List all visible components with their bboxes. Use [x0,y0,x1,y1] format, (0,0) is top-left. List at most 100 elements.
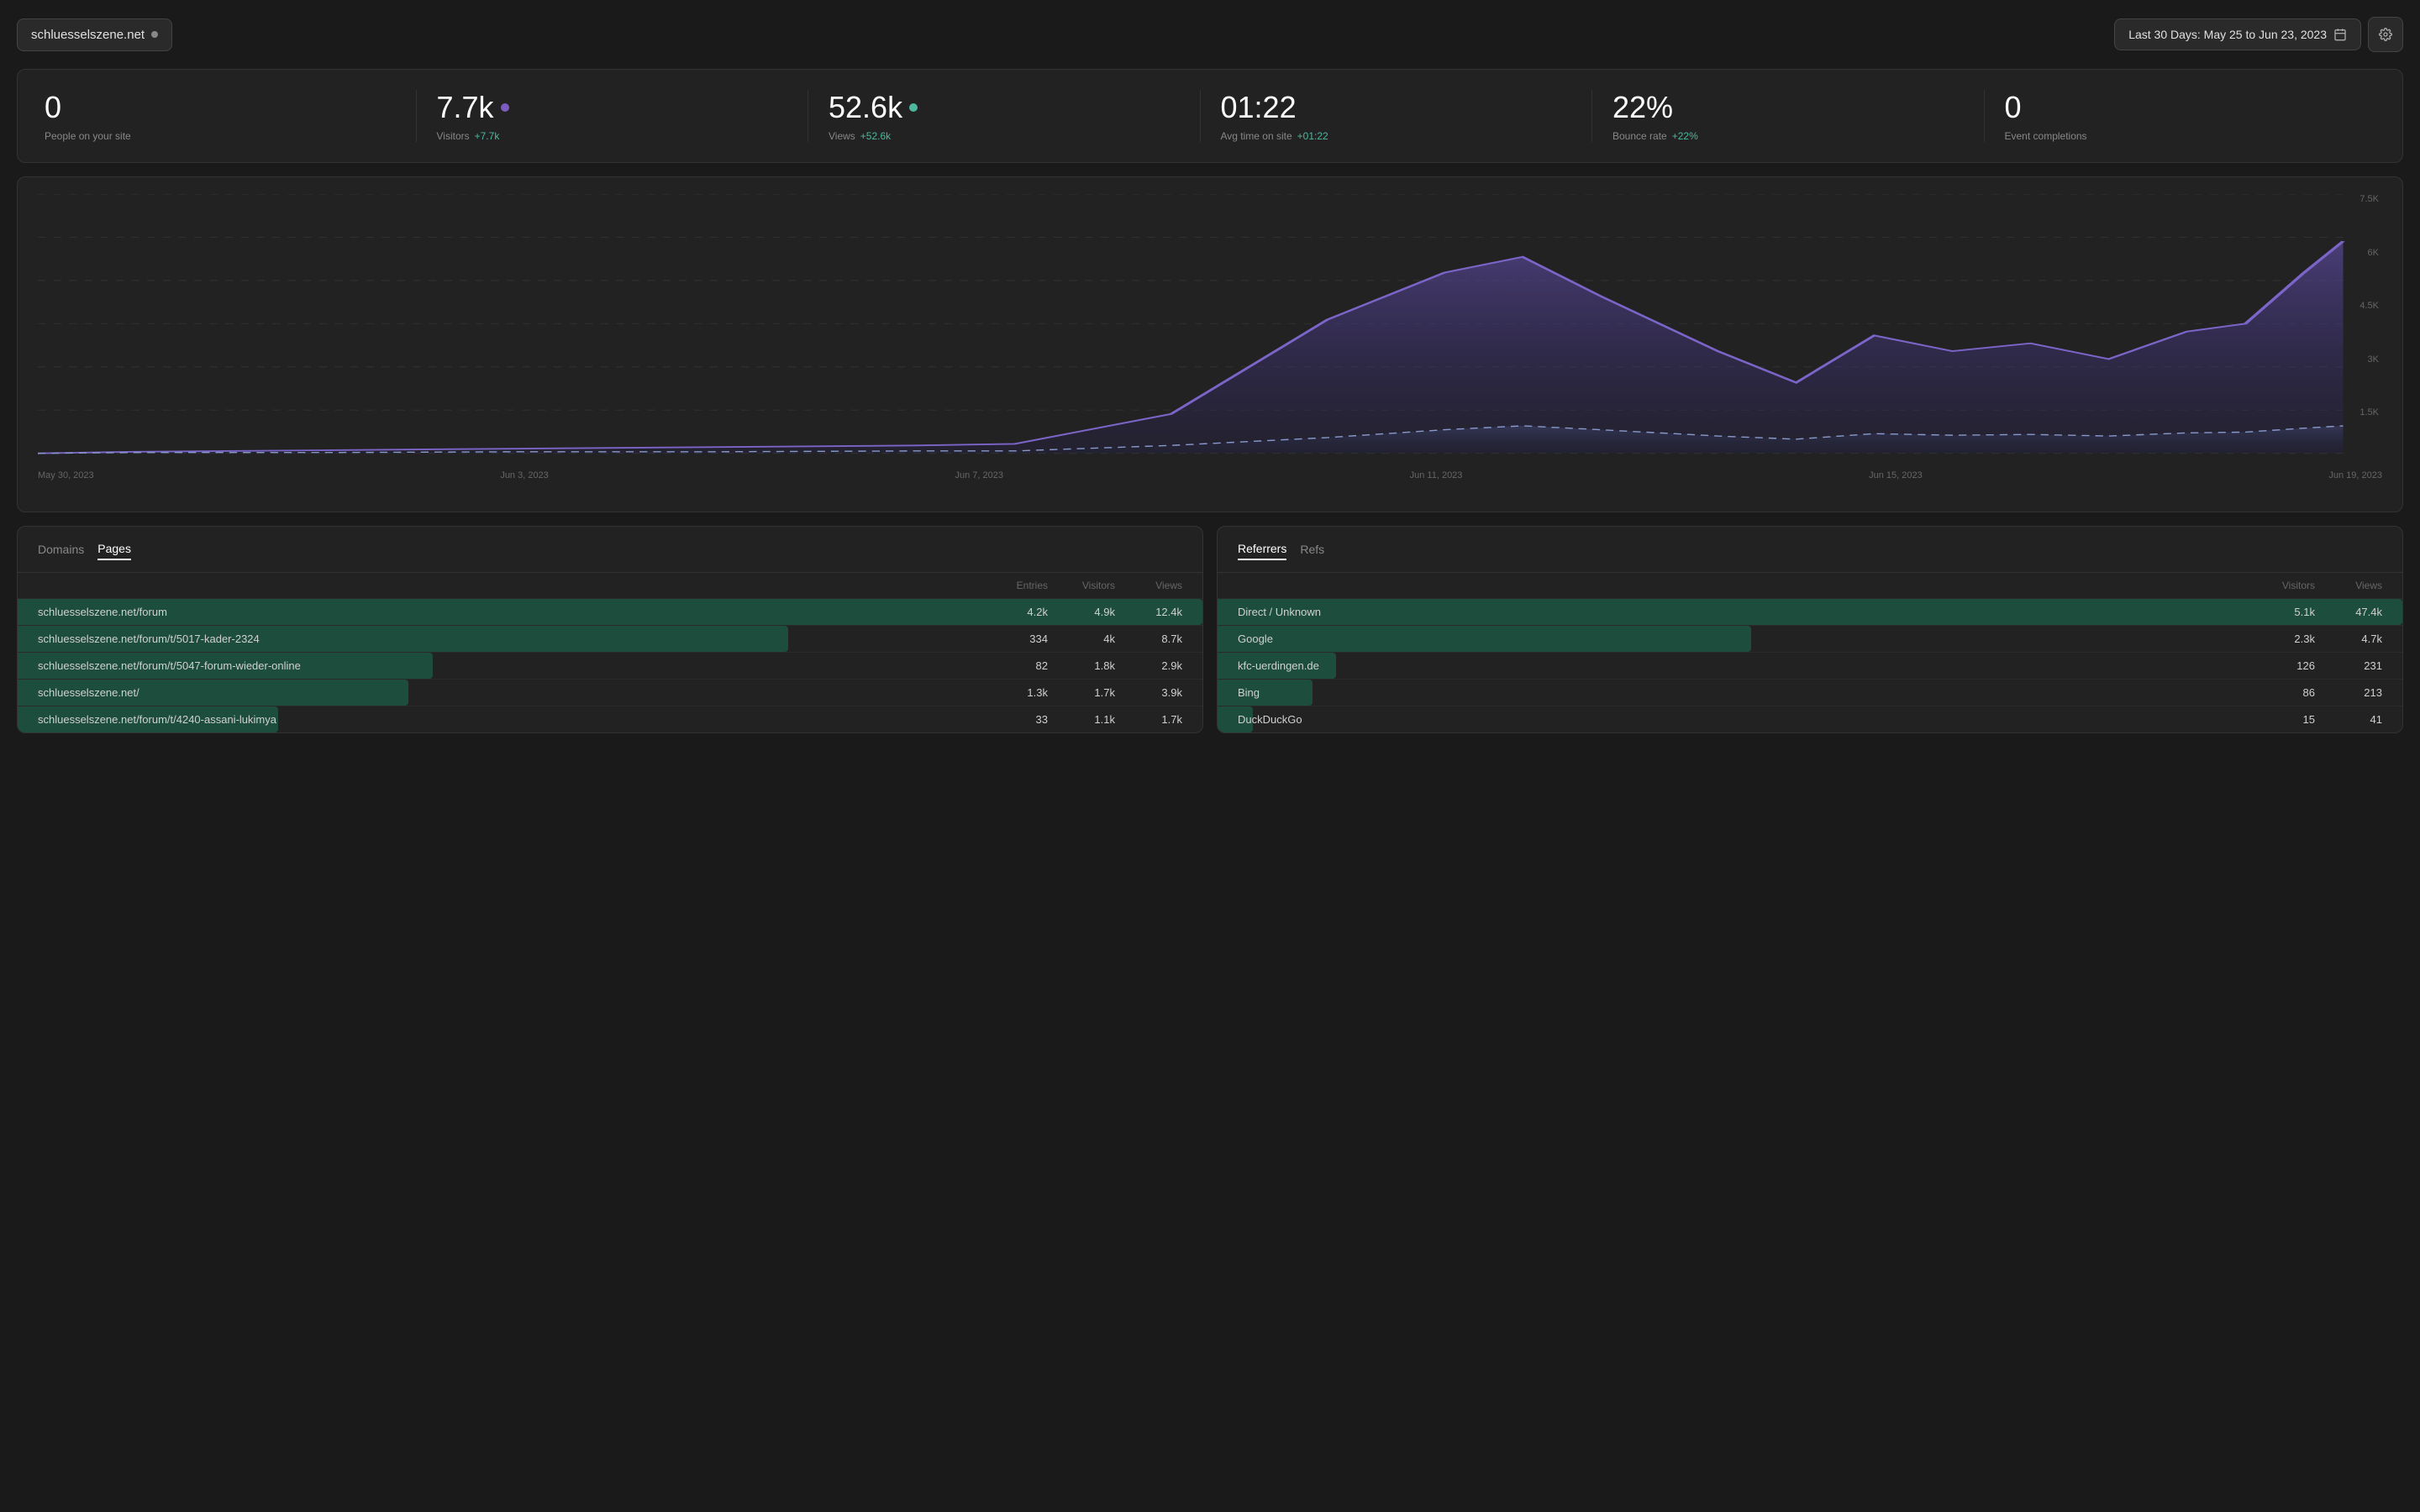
page-views: 2.9k [1115,659,1182,672]
referrer-name: kfc-uerdingen.de [1238,659,2248,672]
referrers-table-header: Referrers Refs [1218,527,2402,573]
tab-domains[interactable]: Domains [38,543,84,559]
page-views: 3.9k [1115,686,1182,699]
bounce-rate-label: Bounce rate [1612,130,1667,142]
page-entries: 82 [981,659,1048,672]
page-views: 12.4k [1115,606,1182,618]
site-indicator-dot [151,31,158,38]
page-visitors: 4.9k [1048,606,1115,618]
header-right-controls: Last 30 Days: May 25 to Jun 23, 2023 [2114,17,2403,52]
views-dot [909,103,918,112]
ref-views-header: Views [2315,580,2382,591]
avg-time-value: 01:22 [1221,90,1297,125]
table-row[interactable]: DuckDuckGo 15 41 [1218,706,2402,732]
table-row[interactable]: schluesselszene.net/forum/t/5047-forum-w… [18,653,1202,680]
x-label-5: Jun 15, 2023 [1869,470,1923,480]
stat-bounce-rate: 22% Bounce rate +22% [1592,90,1985,142]
pages-table-section: Domains Pages Entries Visitors Views sch… [17,526,1203,733]
col-entries-header: Entries [981,580,1048,591]
x-label-4: Jun 11, 2023 [1410,470,1463,480]
col-views-header: Views [1115,580,1182,591]
calendar-icon [2333,28,2347,41]
referrers-table-section: Referrers Refs Visitors Views Direct / U… [1217,526,2403,733]
visitors-change: +7.7k [475,130,500,142]
table-row[interactable]: Bing 86 213 [1218,680,2402,706]
chart-x-axis: May 30, 2023 Jun 3, 2023 Jun 7, 2023 Jun… [38,464,2382,480]
avg-time-change: +01:22 [1297,130,1328,142]
bounce-rate-value: 22% [1612,90,1673,125]
referrer-name: DuckDuckGo [1238,713,2248,726]
page-entries: 4.2k [981,606,1048,618]
people-label: People on your site [45,130,131,142]
avg-time-label: Avg time on site [1221,130,1292,142]
referrer-views: 47.4k [2315,606,2382,618]
page-entries: 33 [981,713,1048,726]
pages-cols-header: Entries Visitors Views [18,573,1202,599]
page-name: schluesselszene.net/forum/t/4240-assani-… [38,713,981,726]
date-range-label: Last 30 Days: May 25 to Jun 23, 2023 [2128,28,2327,41]
table-row[interactable]: Direct / Unknown 5.1k 47.4k [1218,599,2402,626]
visitors-chart: 7.5K 6K 4.5K 3K 1.5K May 30, 2023 Jun 3,… [17,176,2403,512]
events-label: Event completions [2005,130,2087,142]
referrer-name: Direct / Unknown [1238,606,2248,618]
stat-visitors: 7.7k Visitors +7.7k [417,90,809,142]
tab-referrers[interactable]: Referrers [1238,542,1286,560]
x-label-2: Jun 3, 2023 [500,470,549,480]
referrer-visitors: 126 [2248,659,2315,672]
x-label-6: Jun 19, 2023 [2328,470,2382,480]
referrer-views: 231 [2315,659,2382,672]
site-name: schluesselszene.net [31,28,145,42]
referrer-views: 213 [2315,686,2382,699]
table-row[interactable]: kfc-uerdingen.de 126 231 [1218,653,2402,680]
page-name: schluesselszene.net/forum/t/5047-forum-w… [38,659,981,672]
date-range-button[interactable]: Last 30 Days: May 25 to Jun 23, 2023 [2114,18,2361,50]
events-value: 0 [2005,90,2022,125]
page-views: 8.7k [1115,633,1182,645]
stat-views: 52.6k Views +52.6k [808,90,1201,142]
table-row[interactable]: schluesselszene.net/forum 4.2k 4.9k 12.4… [18,599,1202,626]
settings-button[interactable] [2368,17,2403,52]
header: schluesselszene.net Last 30 Days: May 25… [17,17,2403,52]
visitors-value: 7.7k [437,90,494,125]
page-visitors: 1.1k [1048,713,1115,726]
tab-refs[interactable]: Refs [1300,543,1324,559]
table-row[interactable]: Google 2.3k 4.7k [1218,626,2402,653]
stat-avg-time: 01:22 Avg time on site +01:22 [1201,90,1593,142]
views-value: 52.6k [829,90,902,125]
page-entries: 1.3k [981,686,1048,699]
tab-pages[interactable]: Pages [97,542,131,560]
x-label-3: Jun 7, 2023 [955,470,1003,480]
bounce-rate-change: +22% [1672,130,1698,142]
referrer-views: 4.7k [2315,633,2382,645]
page-name: schluesselszene.net/forum/t/5017-kader-2… [38,633,981,645]
col-visitors-header: Visitors [1048,580,1115,591]
table-row[interactable]: schluesselszene.net/ 1.3k 1.7k 3.9k [18,680,1202,706]
chart-svg [38,194,2382,461]
pages-table-header: Domains Pages [18,527,1202,573]
referrer-visitors: 15 [2248,713,2315,726]
views-change: +52.6k [860,130,891,142]
table-row[interactable]: schluesselszene.net/forum/t/5017-kader-2… [18,626,1202,653]
x-label-1: May 30, 2023 [38,470,94,480]
bottom-tables: Domains Pages Entries Visitors Views sch… [17,526,2403,733]
referrer-name: Bing [1238,686,2248,699]
page-visitors: 1.7k [1048,686,1115,699]
referrer-visitors: 2.3k [2248,633,2315,645]
gear-icon [2379,27,2392,42]
visitors-label: Visitors [437,130,470,142]
referrers-cols-header: Visitors Views [1218,573,2402,599]
visitors-dot [501,103,509,112]
page-name: schluesselszene.net/ [38,686,981,699]
ref-visitors-header: Visitors [2248,580,2315,591]
page-entries: 334 [981,633,1048,645]
table-row[interactable]: schluesselszene.net/forum/t/4240-assani-… [18,706,1202,732]
referrer-visitors: 86 [2248,686,2315,699]
site-selector[interactable]: schluesselszene.net [17,18,172,51]
page-visitors: 1.8k [1048,659,1115,672]
views-label: Views [829,130,855,142]
stat-events: 0 Event completions [1985,90,2376,142]
stats-bar: 0 People on your site 7.7k Visitors +7.7… [17,69,2403,163]
people-value: 0 [45,90,61,125]
stat-people: 0 People on your site [45,90,417,142]
page-visitors: 4k [1048,633,1115,645]
